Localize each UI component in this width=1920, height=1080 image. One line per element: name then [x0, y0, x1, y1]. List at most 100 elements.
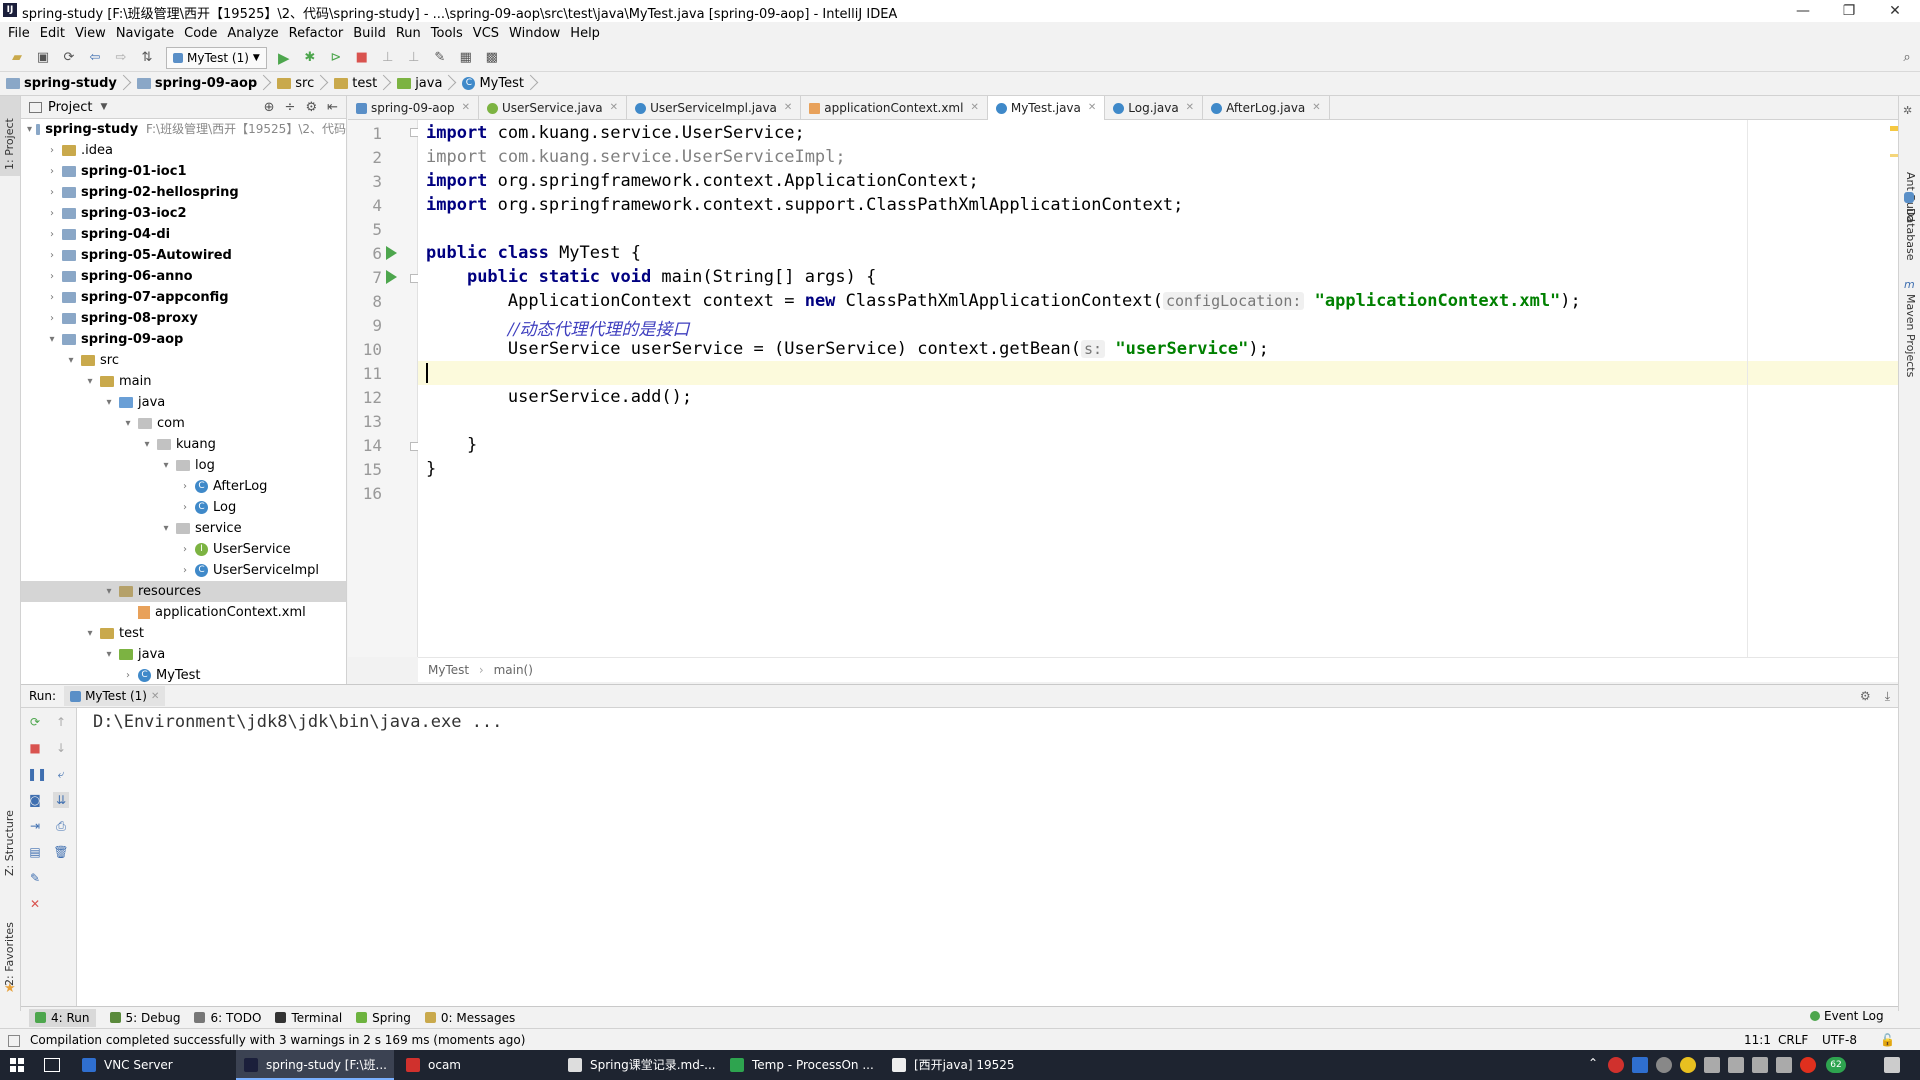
chevron-down-icon[interactable]: ▾ — [27, 119, 32, 140]
run-configuration-select[interactable]: MyTest (1) ▼ — [166, 46, 267, 69]
chevron-down-icon[interactable]: ▾ — [103, 581, 115, 602]
tool-window-button[interactable]: Spring — [356, 1011, 411, 1025]
tray-antivirus-icon[interactable] — [1800, 1057, 1816, 1073]
chevron-down-icon[interactable]: ▾ — [84, 371, 96, 392]
tree-node[interactable]: ▾ main — [21, 371, 346, 392]
project-view-select[interactable]: Project — [48, 100, 92, 115]
menu-tools[interactable]: Tools — [431, 26, 463, 41]
restore-button[interactable]: ❐ — [1826, 0, 1872, 22]
soft-wrap-icon[interactable]: ⤶ — [53, 766, 69, 782]
close-tab-icon[interactable]: ✕ — [462, 96, 470, 120]
tree-node[interactable]: › spring-03-ioc2 — [21, 203, 346, 224]
chevron-right-icon[interactable]: › — [46, 203, 58, 224]
run-method-gutter-icon[interactable] — [386, 270, 397, 284]
tree-node[interactable]: › C Log — [21, 497, 346, 518]
gear-icon[interactable]: ⚙ — [305, 100, 317, 115]
favorites-stripe-label[interactable]: 2: Favorites — [3, 922, 16, 986]
menu-help[interactable]: Help — [570, 26, 600, 41]
menu-navigate[interactable]: Navigate — [116, 26, 174, 41]
close-tab-icon[interactable]: ✕ — [151, 691, 159, 702]
print-icon[interactable]: ⎙ — [53, 818, 69, 834]
status-message[interactable]: Compilation completed successfully with … — [30, 1029, 525, 1051]
tree-node[interactable]: ▾ java — [21, 644, 346, 665]
tree-node[interactable]: › C MyTest — [21, 665, 346, 684]
stop-icon[interactable]: ■ — [27, 740, 43, 756]
hide-panel-icon[interactable]: ⇤ — [327, 100, 338, 115]
maven-stripe-label[interactable]: Maven Projects — [1904, 294, 1917, 377]
sync-icon[interactable]: ⟳ — [60, 49, 78, 67]
tree-node[interactable]: ▾ test — [21, 623, 346, 644]
warning-marker-icon[interactable] — [1890, 126, 1898, 131]
chevron-right-icon[interactable]: › — [179, 539, 191, 560]
editor-tab[interactable]: Log.java ✕ — [1105, 96, 1204, 120]
gear-icon[interactable]: ⚙ — [1860, 689, 1871, 703]
code-editor[interactable]: import com.kuang.service.UserService; im… — [418, 120, 1898, 657]
menu-run[interactable]: Run — [396, 26, 421, 41]
menu-file[interactable]: File — [8, 26, 30, 41]
tool-window-button[interactable]: Terminal — [275, 1011, 342, 1025]
breadcrumb-mytest[interactable]: C MyTest — [456, 73, 538, 95]
tree-node[interactable]: › spring-04-di — [21, 224, 346, 245]
taskbar-app[interactable]: ocam — [398, 1050, 556, 1080]
tree-node[interactable]: ▾ log — [21, 455, 346, 476]
tray-app-icon[interactable] — [1680, 1057, 1696, 1073]
chevron-right-icon[interactable]: › — [122, 665, 134, 684]
chevron-right-icon[interactable]: › — [46, 140, 58, 161]
chevron-down-icon[interactable]: ▾ — [141, 434, 153, 455]
caret-position[interactable]: 11:1 — [1744, 1029, 1771, 1051]
lock-icon[interactable]: 🔓 — [1880, 1029, 1895, 1051]
close-tab-icon[interactable]: ✕ — [1186, 96, 1194, 120]
rerun-icon[interactable]: ⟳ — [27, 714, 43, 730]
tree-node[interactable]: › spring-06-anno — [21, 266, 346, 287]
close-icon[interactable]: ✕ — [27, 896, 43, 912]
tree-node[interactable]: ▾ kuang — [21, 434, 346, 455]
tool-window-button[interactable]: 4: Run — [29, 1008, 96, 1027]
close-tab-icon[interactable]: ✕ — [1312, 96, 1320, 120]
menu-analyze[interactable]: Analyze — [227, 26, 278, 41]
chevron-right-icon[interactable]: › — [46, 287, 58, 308]
open-folder-icon[interactable]: ▰ — [8, 49, 26, 67]
breadcrumb-test[interactable]: test — [328, 73, 391, 95]
tree-node[interactable]: › spring-01-ioc1 — [21, 161, 346, 182]
file-encoding[interactable]: UTF-8 — [1822, 1029, 1857, 1051]
chevron-right-icon[interactable]: › — [179, 476, 191, 497]
warning-stripe-marker[interactable] — [1890, 154, 1898, 157]
tool-window-button[interactable]: 5: Debug — [109, 1011, 180, 1025]
breadcrumb-src[interactable]: src — [271, 73, 328, 95]
project-stripe-label[interactable]: 1: Project — [3, 118, 16, 170]
debug-icon[interactable]: ✱ — [301, 49, 319, 67]
chevron-down-icon[interactable]: ▼ — [100, 102, 107, 112]
scroll-to-end-icon[interactable]: ⇊ — [53, 792, 69, 808]
tray-volume-icon[interactable] — [1728, 1057, 1744, 1073]
editor-tab[interactable]: UserServiceImpl.java ✕ — [627, 96, 802, 120]
close-tab-icon[interactable]: ✕ — [970, 96, 978, 120]
pin-icon[interactable]: ✎ — [27, 870, 43, 886]
tree-node[interactable]: › C UserServiceImpl — [21, 560, 346, 581]
tray-display-icon[interactable] — [1752, 1057, 1768, 1073]
tree-node[interactable]: › C AfterLog — [21, 476, 346, 497]
structure-stripe-label[interactable]: Z: Structure — [3, 810, 16, 876]
vcs-update-icon[interactable]: ⊥ — [379, 49, 397, 67]
chevron-right-icon[interactable]: › — [179, 497, 191, 518]
chevron-right-icon[interactable]: › — [46, 308, 58, 329]
project-structure-icon[interactable]: ▦ — [457, 49, 475, 67]
tray-app-icon[interactable] — [1656, 1057, 1672, 1073]
collapse-icon[interactable]: ÷ — [285, 100, 296, 115]
tray-record-icon[interactable] — [1608, 1057, 1624, 1073]
tray-network-icon[interactable] — [1704, 1057, 1720, 1073]
tree-node[interactable]: › .idea — [21, 140, 346, 161]
exit-icon[interactable]: ⇥ — [27, 818, 43, 834]
chevron-right-icon[interactable]: › — [46, 161, 58, 182]
chevron-right-icon[interactable]: › — [179, 560, 191, 581]
tray-chevron-up-icon[interactable]: ⌃ — [1588, 1056, 1598, 1070]
breadcrumb-spring-study[interactable]: spring-study — [0, 73, 131, 95]
editor-tab[interactable]: spring-09-aop ✕ — [348, 96, 479, 120]
tree-node[interactable]: › I UserService — [21, 539, 346, 560]
trash-icon[interactable]: 🗑 — [53, 844, 69, 860]
task-view-icon[interactable] — [44, 1058, 60, 1072]
layout-icon[interactable]: ▤ — [27, 844, 43, 860]
notification-icon[interactable] — [1884, 1057, 1900, 1073]
menu-window[interactable]: Window — [509, 26, 560, 41]
tool-windows-toggle-icon[interactable] — [8, 1035, 20, 1047]
build-icon[interactable]: ⇅ — [138, 49, 156, 67]
